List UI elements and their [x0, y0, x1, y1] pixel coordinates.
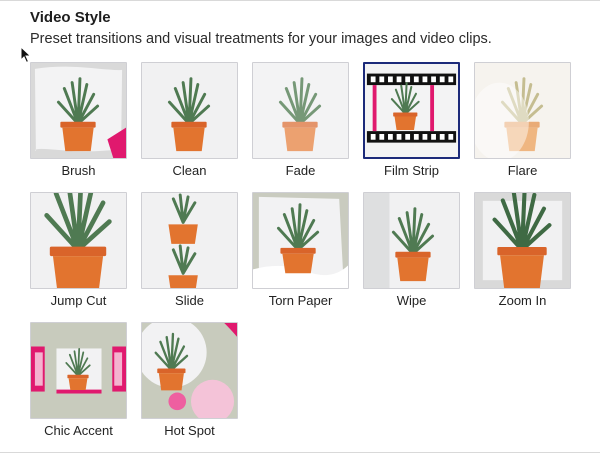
- style-label: Wipe: [396, 293, 427, 308]
- style-label: Zoom In: [498, 293, 547, 308]
- section-subtitle: Preset transitions and visual treatments…: [30, 31, 492, 47]
- thumbnail-flare: [474, 62, 571, 159]
- thumbnail-chic-accent: [30, 322, 127, 419]
- style-label: Torn Paper: [268, 293, 333, 308]
- style-option-jump-cut[interactable]: Jump Cut: [30, 192, 127, 322]
- thumbnail-clean: [141, 62, 238, 159]
- style-option-brush[interactable]: Brush: [30, 62, 127, 192]
- style-label: Film Strip: [384, 163, 439, 178]
- thumbnail-hot-spot: [141, 322, 238, 419]
- style-label: Hot Spot: [164, 423, 215, 438]
- style-label: Slide: [175, 293, 204, 308]
- thumbnail-film-strip: [363, 62, 460, 159]
- thumbnail-zoom-in: [474, 192, 571, 289]
- style-label: Clean: [172, 163, 207, 178]
- style-option-torn-paper[interactable]: Torn Paper: [252, 192, 349, 322]
- thumbnail-wipe: [363, 192, 460, 289]
- style-option-hot-spot[interactable]: Hot Spot: [141, 322, 238, 452]
- style-option-flare[interactable]: Flare: [474, 62, 571, 192]
- style-option-clean[interactable]: Clean: [141, 62, 238, 192]
- style-label: Chic Accent: [44, 423, 113, 438]
- style-option-wipe[interactable]: Wipe: [363, 192, 460, 322]
- thumbnail-jump-cut: [30, 192, 127, 289]
- style-label: Flare: [507, 163, 538, 178]
- thumbnail-brush: [30, 62, 127, 159]
- style-label: Fade: [285, 163, 316, 178]
- thumbnail-torn-paper: [252, 192, 349, 289]
- style-option-film-strip[interactable]: Film Strip: [363, 62, 460, 192]
- section-title: Video Style: [30, 9, 111, 26]
- top-divider: [0, 0, 600, 1]
- style-option-fade[interactable]: Fade: [252, 62, 349, 192]
- style-option-zoom-in[interactable]: Zoom In: [474, 192, 571, 322]
- style-option-chic-accent[interactable]: Chic Accent: [30, 322, 127, 452]
- thumbnail-slide: [141, 192, 238, 289]
- style-label: Brush: [61, 163, 96, 178]
- video-style-grid: Brush Clean Fade Film Strip Flare Jump C…: [30, 62, 575, 447]
- thumbnail-fade: [252, 62, 349, 159]
- style-label: Jump Cut: [50, 293, 107, 308]
- style-option-slide[interactable]: Slide: [141, 192, 238, 322]
